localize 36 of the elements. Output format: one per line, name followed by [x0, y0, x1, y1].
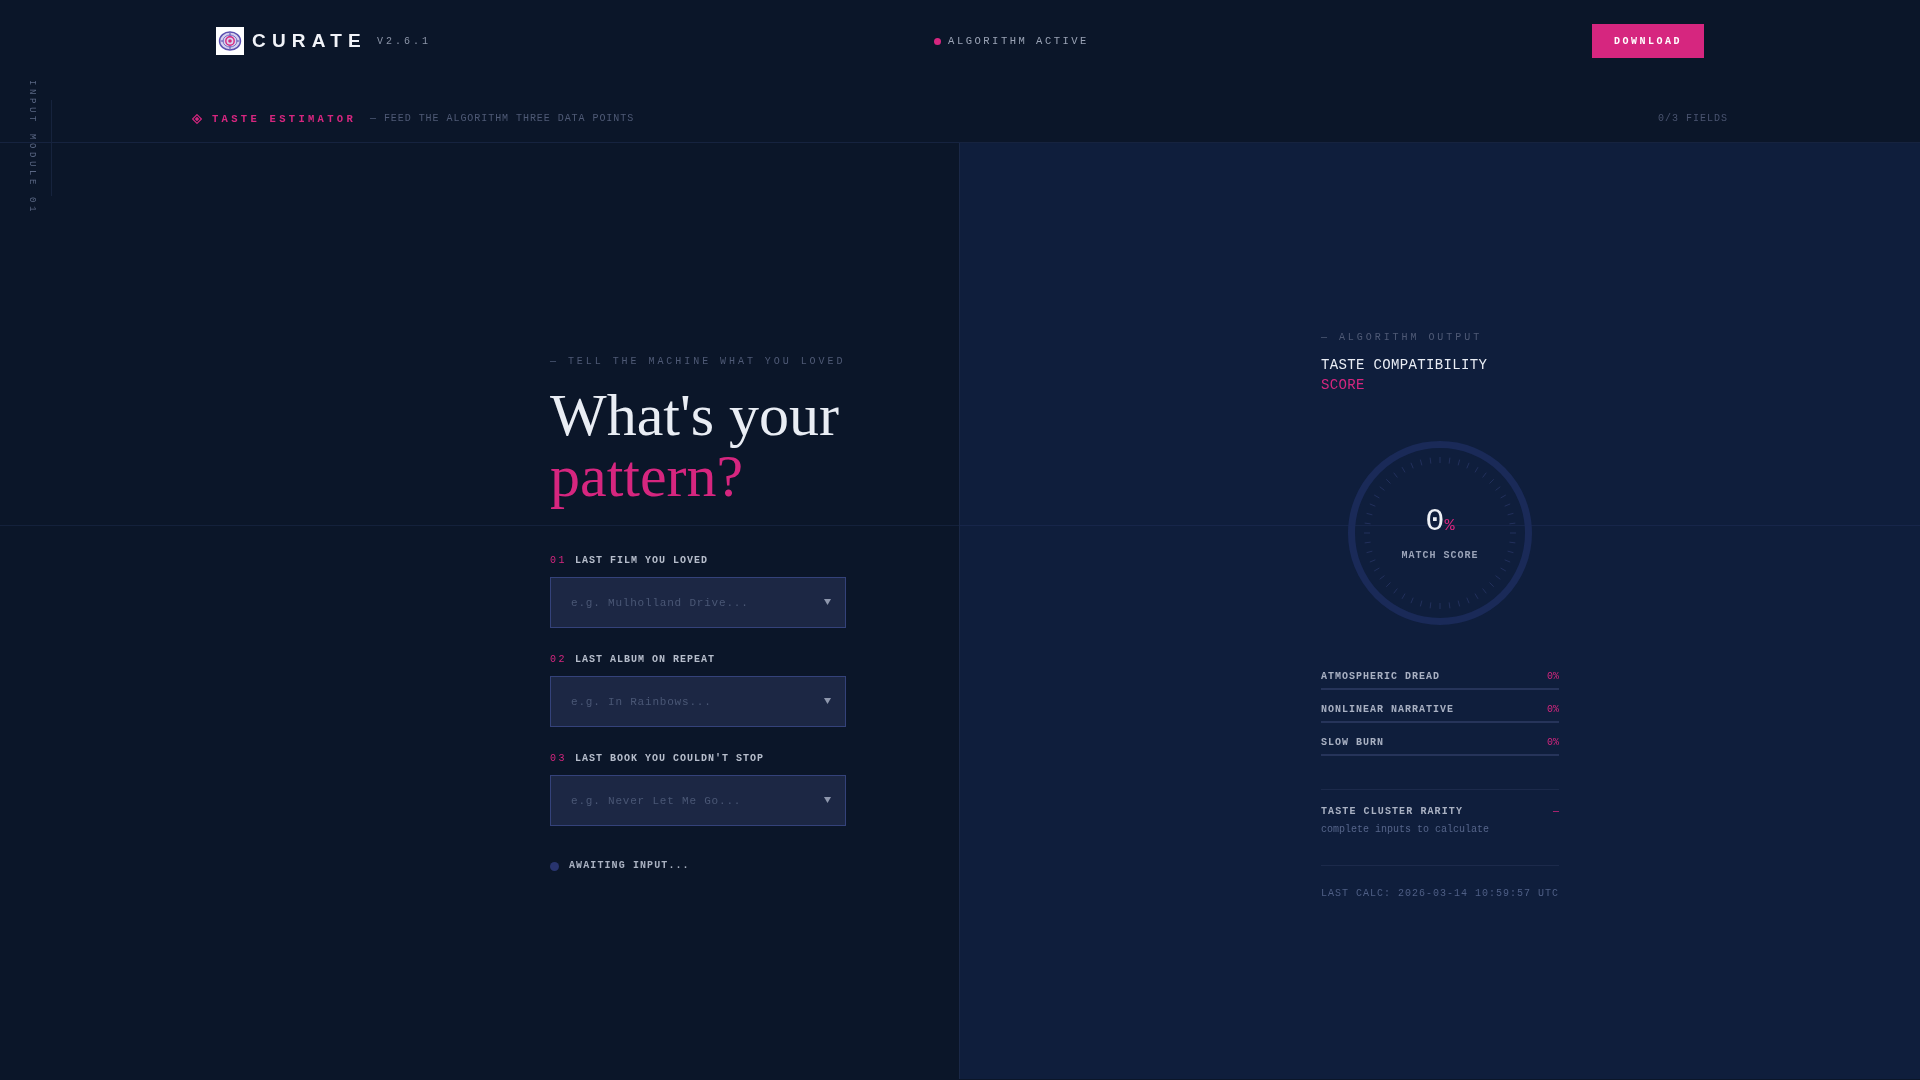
section-title: TASTE ESTIMATOR [212, 112, 356, 126]
trait-percent: 0% [1547, 704, 1559, 716]
rarity-value: — [1553, 806, 1559, 818]
brand-name: CURATE [252, 29, 367, 53]
section-subtitle: — FEED THE ALGORITHM THREE DATA POINTS [370, 112, 635, 126]
eyebrow-text: — ALGORITHM OUTPUT [1321, 332, 1484, 344]
status-text: AWAITING INPUT... [569, 860, 690, 872]
trait-label: NONLINEAR NARRATIVE [1321, 704, 1455, 716]
trait-percent: 0% [1547, 737, 1559, 749]
match-score-value: 0% [1425, 504, 1455, 542]
field-label: LAST ALBUM ON REPEAT [575, 654, 716, 666]
field-number: 03 [550, 753, 567, 765]
caret-icon [824, 797, 831, 803]
field-label: LAST BOOK YOU COULDN'T STOP [575, 753, 765, 765]
field-label: LAST FILM YOU LOVED [575, 555, 709, 567]
last-calc-text: LAST CALC: 2026-03-14 10:59:57 UTC [1321, 888, 1559, 900]
fields-counter: 0/3 FIELDS [1658, 112, 1728, 126]
download-button[interactable]: DOWNLOAD [1592, 24, 1704, 58]
eyebrow-text: — TELL THE MACHINE WHAT YOU LOVED [550, 356, 846, 368]
rarity-label: TASTE CLUSTER RARITY [1321, 806, 1464, 818]
panel-title: TASTE COMPATIBILITY SCORE [1321, 356, 1489, 395]
page-heading: What's your pattern? [550, 385, 841, 507]
trait-label: ATMOSPHERIC DREAD [1321, 671, 1441, 683]
rarity-note: complete inputs to calculate [1321, 824, 1491, 836]
field-number: 02 [550, 654, 567, 666]
trait-percent: 0% [1547, 671, 1559, 683]
caret-icon [824, 698, 831, 704]
match-score-label: MATCH SCORE [1401, 550, 1479, 562]
caret-icon [824, 599, 831, 605]
status-text: ALGORITHM ACTIVE [948, 34, 1089, 48]
logo-icon [216, 27, 244, 55]
version-label: V2.6.1 [376, 34, 431, 49]
side-label: INPUT MODULE 01 [27, 80, 37, 215]
field-number: 01 [550, 555, 567, 567]
diamond-icon [192, 114, 202, 124]
trait-label: SLOW BURN [1321, 737, 1384, 749]
